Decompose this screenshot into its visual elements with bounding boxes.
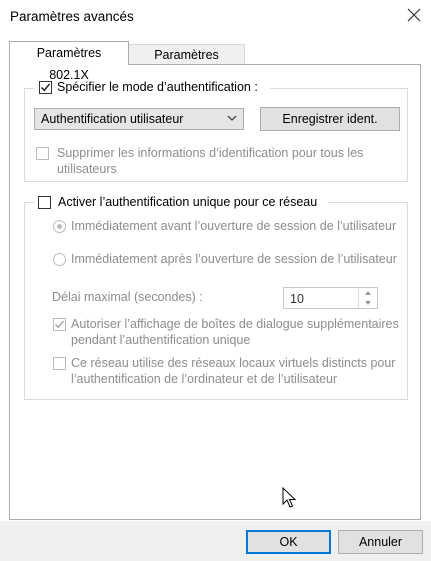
before-logon-radio[interactable] xyxy=(53,220,66,233)
delete-credentials-checkbox[interactable] xyxy=(36,147,49,160)
checkmark-icon xyxy=(54,320,65,329)
chevron-down-icon xyxy=(227,115,237,121)
cancel-button[interactable]: Annuler xyxy=(338,530,423,554)
allow-dialogs-checkbox[interactable] xyxy=(53,318,66,331)
close-button[interactable] xyxy=(405,6,423,24)
vlan-checkbox[interactable] xyxy=(53,357,66,370)
delete-credentials-label-line2: utilisateurs xyxy=(57,162,117,176)
delete-credentials-label-line1: Supprimer les informations d’identificat… xyxy=(57,146,364,160)
allow-dialogs-label-line1: Autoriser l’affichage de boîtes de dialo… xyxy=(71,317,399,331)
tab-8021x[interactable]: Paramètres 802.1X xyxy=(9,41,129,82)
save-credentials-button[interactable]: Enregistrer ident. xyxy=(260,107,400,131)
enable-sso-checkbox[interactable] xyxy=(38,196,51,209)
after-logon-label: Immédiatement après l’ouverture de sessi… xyxy=(71,252,397,266)
max-delay-spinner[interactable]: 10 xyxy=(283,287,378,309)
vlan-label-line2: l’authentification de l’ordinateur et de… xyxy=(71,372,338,386)
auth-mode-select-value: Authentification utilisateur xyxy=(41,112,184,126)
allow-dialogs-label-line2: pendant l’authentification unique xyxy=(71,333,251,347)
spinner-down-icon xyxy=(365,301,371,305)
close-icon xyxy=(407,8,421,22)
spinner-arrows[interactable] xyxy=(358,288,377,308)
auth-mode-select[interactable]: Authentification utilisateur xyxy=(34,108,244,130)
max-delay-value: 10 xyxy=(290,292,304,306)
mouse-pointer-icon xyxy=(282,487,296,508)
dialog-title: Paramètres avancés xyxy=(10,9,134,24)
max-delay-label: Délai maximal (secondes) : xyxy=(52,290,203,304)
enable-sso-label: Activer l’authentification unique pour c… xyxy=(58,195,318,209)
vlan-label-line1: Ce réseau utilise des réseaux locaux vir… xyxy=(71,356,396,370)
before-logon-label: Immédiatement avant l’ouverture de sessi… xyxy=(71,219,397,233)
spinner-up-icon xyxy=(365,291,371,295)
ok-button[interactable]: OK xyxy=(246,530,331,554)
after-logon-radio[interactable] xyxy=(53,253,66,266)
tab-80211[interactable]: Paramètres 802.11 xyxy=(128,44,245,82)
